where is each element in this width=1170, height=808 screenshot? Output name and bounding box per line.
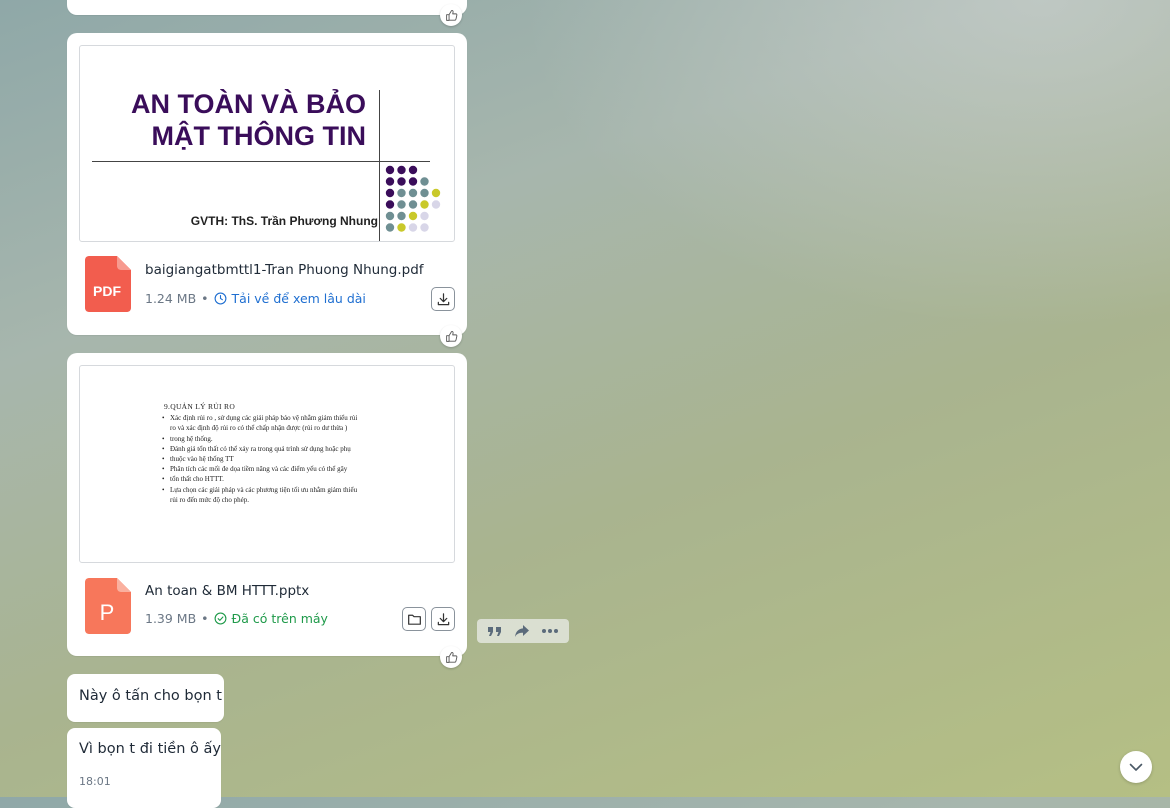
more-icon[interactable] [541, 628, 559, 634]
slide-title: AN TOÀN VÀ BẢO MẬT THÔNG TIN [130, 89, 366, 151]
slide-line: tổn thất cho HTTT. [162, 474, 392, 484]
slide-subtitle: GVTH: ThS. Trần Phương Nhung [190, 214, 378, 228]
file-message-pdf[interactable]: AN TOÀN VÀ BẢO MẬT THÔNG TIN GVTH: ThS. … [67, 33, 467, 335]
slide-dot [385, 188, 395, 198]
like-reaction-button[interactable] [440, 4, 462, 26]
file-name[interactable]: baigiangatbmttl1-Tran Phuong Nhung.pdf [145, 262, 424, 278]
meta-separator: • [201, 291, 209, 306]
slide-dot [385, 200, 395, 209]
slide-title: 9.QUẢN LÝ RỦI RO [164, 402, 236, 411]
pdf-preview-thumbnail[interactable]: AN TOÀN VÀ BẢO MẬT THÔNG TIN GVTH: ThS. … [79, 45, 455, 242]
slide-dot [420, 200, 429, 209]
text-message[interactable]: Vì bọn t đi tiền ô ấy 18:01 [67, 728, 221, 808]
slide-line: Đánh giá tổn thất có thể xảy ra trong qu… [162, 444, 392, 454]
slide-dot [397, 211, 406, 221]
slide-dot [408, 177, 418, 186]
meta-separator: • [201, 611, 209, 626]
slide-line: rủi ro đến mức độ cho phép. [170, 495, 250, 504]
folder-icon [407, 614, 421, 625]
slide-dot [397, 177, 406, 186]
slide-line: trong hệ thống. [162, 434, 392, 444]
file-meta: 1.39 MB • Đã có trên máy [145, 611, 328, 626]
message-text: Vì bọn t đi tiền ô ấy [79, 741, 221, 757]
slide-line: ro và xác định độ rủi ro có thể chấp nhậ… [170, 424, 348, 433]
check-circle-icon [214, 612, 226, 625]
download-icon [437, 612, 449, 625]
message-text: Này ô tấn cho bọn t [79, 688, 222, 704]
forward-icon[interactable] [514, 624, 530, 638]
slide-dot-pattern [385, 165, 441, 232]
scroll-to-bottom-button[interactable] [1120, 751, 1152, 783]
slide-dot [408, 188, 418, 198]
pptx-file-icon: P [85, 578, 131, 634]
download-button[interactable] [431, 607, 455, 631]
slide-line: Lựa chọn các giải pháp và các phương tiệ… [162, 485, 392, 495]
slide-dot [397, 165, 406, 175]
download-icon [437, 292, 449, 305]
message-action-bar [477, 619, 569, 643]
quote-icon[interactable] [487, 624, 503, 638]
slide-dot [420, 211, 429, 221]
pptx-preview-thumbnail[interactable]: 9.QUẢN LÝ RỦI RO Xác định rủi ro , sử dụ… [79, 365, 455, 563]
slide-dot [431, 188, 441, 198]
slide-dot [397, 223, 406, 232]
chevron-down-icon [1129, 763, 1143, 771]
local-status: Đã có trên máy [214, 611, 328, 626]
like-reaction-button[interactable] [440, 325, 462, 347]
background-glow [520, 0, 1170, 330]
slide-dot [408, 165, 418, 175]
slide-dot [420, 177, 429, 186]
slide-dot [385, 165, 395, 175]
slide-dot [420, 188, 429, 198]
message-time: 18:01 [79, 775, 111, 788]
slide-dot [408, 211, 418, 221]
clock-icon [214, 292, 226, 305]
file-size: 1.24 MB [145, 291, 197, 306]
slide-dot [385, 211, 395, 221]
message-card-partial [67, 0, 467, 15]
slide-line: thuộc vào hệ thống TT [162, 454, 392, 464]
slide-dot [385, 223, 395, 232]
pdf-icon-label: PDF [93, 283, 121, 299]
download-status-text: Tải về để xem lâu dài [231, 291, 366, 306]
file-message-pptx[interactable]: 9.QUẢN LÝ RỦI RO Xác định rủi ro , sử dụ… [67, 353, 467, 656]
slide-content: 9.QUẢN LÝ RỦI RO Xác định rủi ro , sử dụ… [162, 402, 392, 505]
slide-line: Xác định rủi ro , sử dụng các giải pháp … [162, 413, 392, 423]
like-reaction-button[interactable] [440, 646, 462, 668]
thumbs-up-icon [445, 330, 457, 342]
slide-dot [385, 177, 395, 186]
slide-dot [397, 200, 406, 209]
thumbs-up-icon [445, 9, 457, 21]
pdf-file-icon: PDF [85, 256, 131, 312]
slide-dot [408, 200, 418, 209]
open-folder-button[interactable] [402, 607, 426, 631]
local-status-text: Đã có trên máy [231, 611, 328, 626]
pptx-icon-label: P [100, 600, 115, 625]
download-button[interactable] [431, 287, 455, 311]
file-size: 1.39 MB [145, 611, 197, 626]
slide-horizontal-rule [92, 161, 430, 162]
file-meta: 1.24 MB • Tải về để xem lâu dài [145, 291, 366, 306]
thumbs-up-icon [445, 651, 457, 663]
text-message[interactable]: Này ô tấn cho bọn t [67, 674, 224, 722]
download-status-link[interactable]: Tải về để xem lâu dài [214, 291, 366, 306]
file-name[interactable]: An toan & BM HTTT.pptx [145, 583, 309, 599]
slide-dot [397, 188, 406, 198]
slide-dot [408, 223, 418, 232]
slide-line: Phân tích các mối đe dọa tiềm năng và cá… [162, 464, 392, 474]
slide-dot [431, 200, 441, 209]
slide-dot [420, 223, 429, 232]
